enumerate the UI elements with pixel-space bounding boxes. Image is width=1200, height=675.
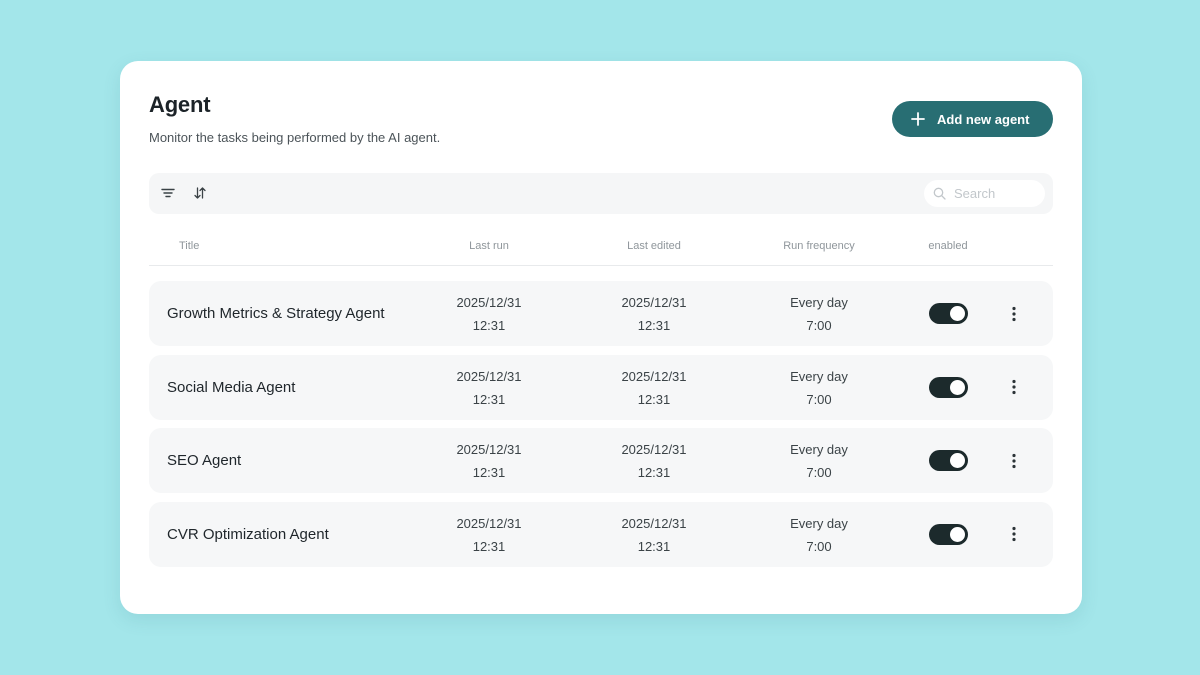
table-row[interactable]: SEO Agent 2025/12/31 12:31 2025/12/31 12… bbox=[149, 428, 1053, 493]
agent-title: SEO Agent bbox=[167, 452, 242, 469]
run-frequency: Every day bbox=[790, 515, 848, 531]
last-run-date: 2025/12/31 bbox=[456, 442, 522, 457]
last-edited-time: 12:31 bbox=[637, 538, 671, 554]
column-header-run-frequency: Run frequency bbox=[783, 240, 855, 252]
run-frequency-time: 7:00 bbox=[806, 465, 832, 480]
last-edited-date: 2025/12/31 bbox=[621, 295, 687, 310]
filter-icon[interactable] bbox=[160, 185, 176, 201]
last-edited-cell: 2025/12/31 12:31 bbox=[594, 365, 714, 411]
last-edited-date: 2025/12/31 bbox=[621, 368, 687, 384]
last-run-cell: 2025/12/31 12:31 bbox=[429, 438, 549, 484]
add-new-agent-label: Add new agent bbox=[937, 111, 1030, 127]
more-options-icon[interactable] bbox=[1004, 524, 1024, 545]
last-edited-cell: 2025/12/31 12:31 bbox=[594, 291, 714, 337]
table-row[interactable]: Growth Metrics & Strategy Agent 2025/12/… bbox=[149, 281, 1053, 346]
page-subtitle: Monitor the tasks being performed by the… bbox=[149, 130, 441, 145]
add-new-agent-button[interactable]: Add new agent bbox=[892, 101, 1053, 137]
last-edited-time: 12:31 bbox=[637, 318, 671, 333]
last-run-cell: 2025/12/31 12:31 bbox=[429, 291, 549, 337]
last-run-cell: 2025/12/31 12:31 bbox=[429, 512, 549, 558]
more-options-icon[interactable] bbox=[1004, 450, 1024, 471]
agent-title: Growth Metrics & Strategy Agent bbox=[167, 305, 385, 322]
last-run-cell: 2025/12/31 12:31 bbox=[429, 365, 549, 411]
last-edited-date: 2025/12/31 bbox=[621, 515, 687, 531]
agent-title: Social Media Agent bbox=[167, 378, 296, 396]
enabled-toggle[interactable] bbox=[929, 523, 968, 545]
run-frequency-time: 7:00 bbox=[806, 318, 832, 333]
last-edited-time: 12:31 bbox=[637, 465, 671, 480]
run-frequency: Every day bbox=[790, 442, 848, 457]
last-run-date: 2025/12/31 bbox=[456, 295, 522, 310]
last-run-time: 12:31 bbox=[472, 391, 506, 407]
last-edited-time: 12:31 bbox=[637, 391, 671, 407]
search-input[interactable] bbox=[954, 186, 1044, 201]
run-frequency-cell: Every day 7:00 bbox=[759, 291, 879, 337]
column-header-title: Title bbox=[179, 240, 200, 252]
last-edited-cell: 2025/12/31 12:31 bbox=[594, 438, 714, 484]
table-header: Title Last run Last edited Run frequency… bbox=[149, 231, 1053, 266]
agent-title: CVR Optimization Agent bbox=[167, 525, 329, 543]
table-row[interactable]: CVR Optimization Agent 2025/12/31 12:31 … bbox=[149, 501, 1053, 567]
plus-icon bbox=[911, 112, 925, 126]
page-title: Agent bbox=[149, 92, 211, 117]
run-frequency: Every day bbox=[790, 295, 848, 310]
enabled-toggle[interactable] bbox=[929, 376, 968, 398]
toggle-knob bbox=[950, 526, 965, 542]
last-run-date: 2025/12/31 bbox=[456, 368, 522, 384]
last-run-time: 12:31 bbox=[472, 538, 506, 554]
run-frequency: Every day bbox=[790, 368, 848, 384]
column-header-enabled: enabled bbox=[928, 240, 968, 252]
table-row[interactable]: Social Media Agent 2025/12/31 12:31 2025… bbox=[149, 354, 1053, 420]
last-edited-cell: 2025/12/31 12:31 bbox=[594, 512, 714, 558]
column-header-last-edited: Last edited bbox=[627, 240, 681, 252]
run-frequency-cell: Every day 7:00 bbox=[759, 512, 879, 558]
toggle-knob bbox=[950, 453, 965, 468]
last-run-time: 12:31 bbox=[472, 465, 506, 480]
run-frequency-cell: Every day 7:00 bbox=[759, 438, 879, 484]
table-toolbar bbox=[149, 173, 1053, 214]
run-frequency-time: 7:00 bbox=[806, 391, 832, 407]
sort-icon[interactable] bbox=[192, 185, 208, 201]
agent-list: Growth Metrics & Strategy Agent 2025/12/… bbox=[149, 281, 1053, 575]
enabled-toggle[interactable] bbox=[929, 450, 968, 471]
search-box bbox=[924, 180, 1045, 207]
run-frequency-time: 7:00 bbox=[806, 538, 832, 554]
enabled-toggle[interactable] bbox=[929, 303, 968, 324]
agent-panel: Agent Monitor the tasks being performed … bbox=[120, 61, 1082, 614]
more-options-icon[interactable] bbox=[1004, 377, 1024, 398]
search-icon bbox=[933, 187, 946, 200]
toggle-knob bbox=[950, 306, 965, 321]
toggle-knob bbox=[950, 379, 965, 395]
last-run-date: 2025/12/31 bbox=[456, 515, 522, 531]
run-frequency-cell: Every day 7:00 bbox=[759, 365, 879, 411]
more-options-icon[interactable] bbox=[1004, 303, 1024, 324]
last-run-time: 12:31 bbox=[472, 318, 506, 333]
column-header-last-run: Last run bbox=[469, 240, 509, 252]
last-edited-date: 2025/12/31 bbox=[621, 442, 687, 457]
